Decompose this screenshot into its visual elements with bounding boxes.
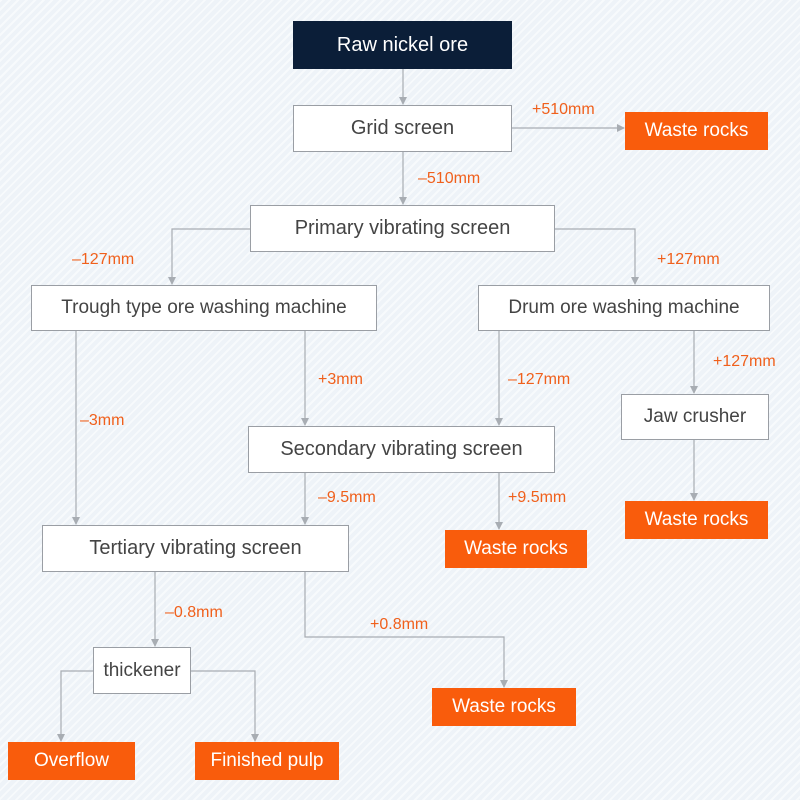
label-secondary-plus: +9.5mm <box>508 489 567 506</box>
label-trough-minus: –3mm <box>80 412 125 429</box>
label-grid-minus: –510mm <box>418 170 481 187</box>
label-grid-plus: +510mm <box>532 101 595 118</box>
node-waste-rocks-2: Waste rocks <box>625 501 768 539</box>
label-tertiary-plus: +0.8mm <box>370 616 429 633</box>
node-raw-nickel-ore: Raw nickel ore <box>293 21 512 69</box>
label-drum-plus: +127mm <box>713 353 776 370</box>
node-primary-vibrating-screen: Primary vibrating screen <box>250 205 555 252</box>
node-secondary-vibrating-screen: Secondary vibrating screen <box>248 426 555 473</box>
arrow-thickener-pulp <box>191 670 259 742</box>
node-trough-washer: Trough type ore washing machine <box>31 285 377 331</box>
label-secondary-minus: –9.5mm <box>318 489 376 506</box>
label-primary-minus: –127mm <box>72 251 135 268</box>
arrow-primary-drum <box>555 228 639 285</box>
node-overflow: Overflow <box>8 742 135 780</box>
arrow-thickener-overflow <box>57 670 93 742</box>
label-drum-minus: –127mm <box>508 371 571 388</box>
label-tertiary-minus: –0.8mm <box>165 604 223 621</box>
node-waste-rocks-1: Waste rocks <box>625 112 768 150</box>
node-waste-rocks-4: Waste rocks <box>432 688 576 726</box>
node-tertiary-vibrating-screen: Tertiary vibrating screen <box>42 525 349 572</box>
node-finished-pulp: Finished pulp <box>195 742 339 780</box>
node-jaw-crusher: Jaw crusher <box>621 394 769 440</box>
node-grid-screen: Grid screen <box>293 105 512 152</box>
arrow-primary-trough <box>168 228 250 285</box>
node-drum-washer: Drum ore washing machine <box>478 285 770 331</box>
node-waste-rocks-3: Waste rocks <box>445 530 587 568</box>
label-primary-plus: +127mm <box>657 251 720 268</box>
label-trough-plus: +3mm <box>318 371 363 388</box>
node-thickener: thickener <box>93 647 191 694</box>
